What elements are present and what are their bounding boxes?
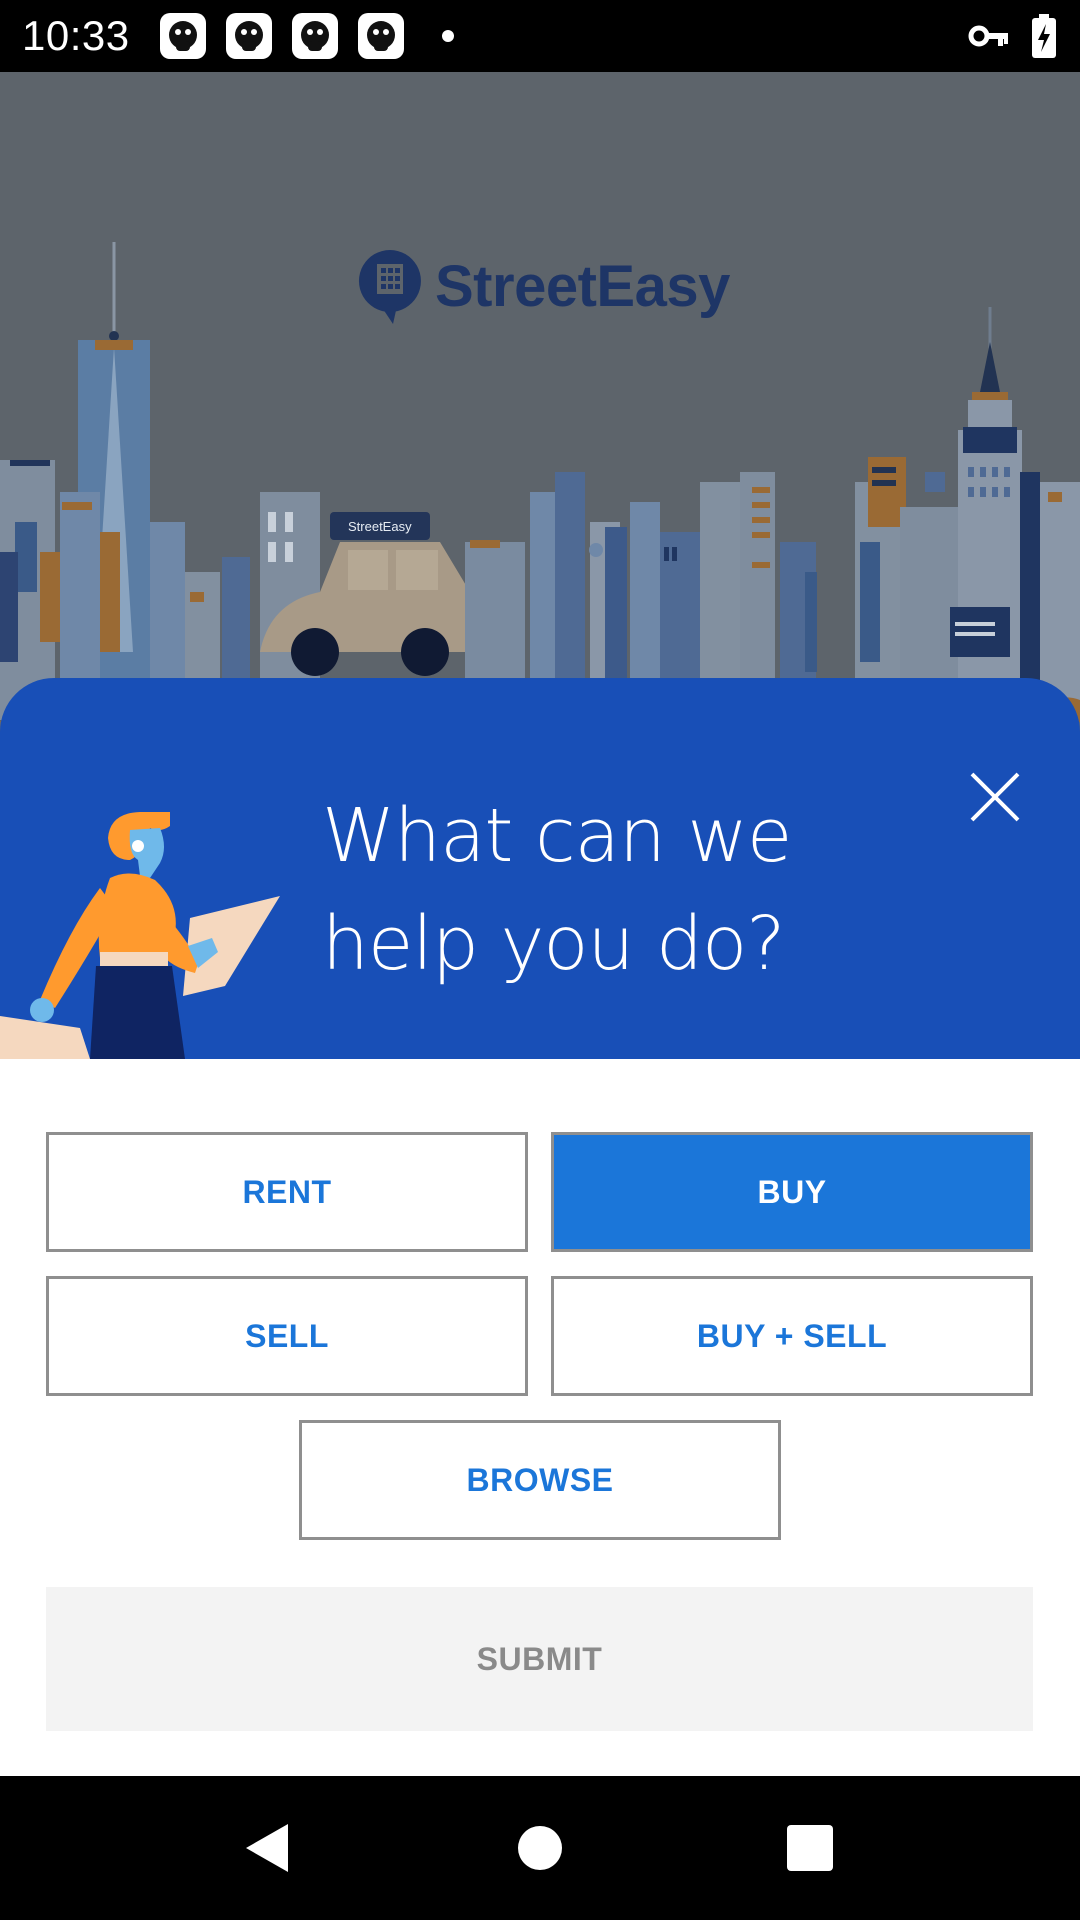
- submit-button[interactable]: SUBMIT: [46, 1587, 1033, 1731]
- app-mascot-icon: [358, 13, 404, 59]
- status-bar: 10:33: [0, 0, 1080, 72]
- app-mascot-icon: [226, 13, 272, 59]
- dialog-title-line-2: help you do?: [322, 901, 786, 987]
- streeteasy-logo: StreetEasy: [357, 248, 730, 324]
- battery-charging-icon: [1032, 14, 1056, 58]
- option-sell-button[interactable]: SELL: [46, 1276, 528, 1396]
- option-browse-button[interactable]: BROWSE: [299, 1420, 781, 1540]
- option-buy-button[interactable]: BUY: [551, 1132, 1033, 1252]
- back-icon[interactable]: [240, 1820, 296, 1876]
- recents-icon[interactable]: [782, 1820, 838, 1876]
- dialog-title-line-1: What can we: [322, 793, 792, 879]
- dialog-header: What can we help you do?: [0, 678, 1080, 1059]
- dialog-title: What can we help you do?: [322, 782, 882, 998]
- vpn-key-icon: [968, 25, 1008, 47]
- navigation-bar: [0, 1776, 1080, 1920]
- building-pin-icon: [358, 250, 421, 324]
- home-icon[interactable]: [512, 1820, 568, 1876]
- svg-text:StreetEasy: StreetEasy: [348, 519, 412, 534]
- close-icon[interactable]: [960, 762, 1030, 832]
- logo-text: StreetEasy: [435, 253, 730, 319]
- status-time: 10:33: [22, 12, 130, 59]
- option-rent-button[interactable]: RENT: [46, 1132, 528, 1252]
- option-buy-sell-button[interactable]: BUY + SELL: [551, 1276, 1033, 1396]
- more-notifications-dot: [442, 30, 454, 42]
- app-mascot-icon: [292, 13, 338, 59]
- person-reading-illustration: [0, 812, 280, 1059]
- app-mascot-icon: [160, 13, 206, 59]
